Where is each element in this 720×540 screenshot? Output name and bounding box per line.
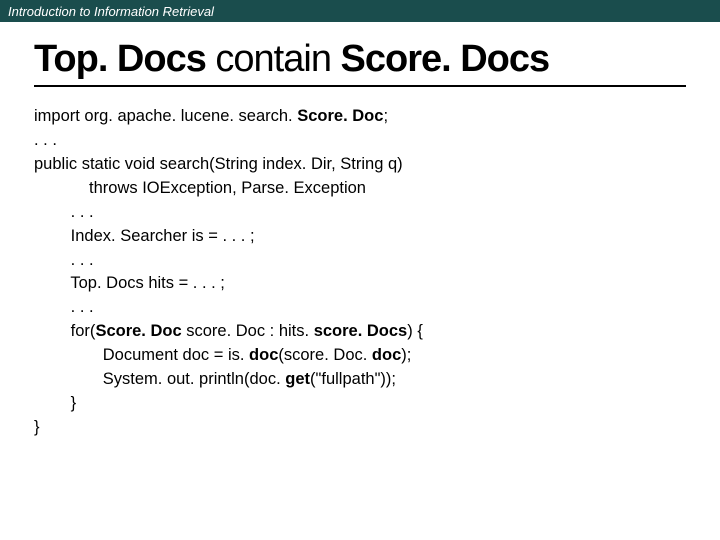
l10b: Score. Doc [95,322,181,340]
l6: Index. Searcher is = . . . ; [34,227,255,245]
l11a: Document doc = is. [34,346,249,364]
title-p2: contain [206,38,341,80]
l2: . . . [34,131,57,149]
code-block: import org. apache. lucene. search. Scor… [34,105,686,440]
slide-body: Top. Docs contain Score. Docs import org… [0,22,720,440]
l9: . . . [34,298,94,316]
l11e: ); [401,346,411,364]
l3: public static void search(String index. … [34,155,403,173]
l1a: import org. apache. lucene. search. [34,107,297,125]
l11c: (score. Doc. [278,346,372,364]
l10d: score. Docs [314,322,408,340]
l7: . . . [34,251,94,269]
slide-title: Top. Docs contain Score. Docs [34,38,686,87]
l8: Top. Docs hits = . . . ; [34,274,225,292]
l11d: doc [372,346,401,364]
l4: throws IOException, Parse. Exception [34,179,366,197]
l14: } [34,418,40,436]
title-p3: Score. Docs [341,38,550,80]
l10a: for( [34,322,95,340]
l1b: Score. Doc [297,107,383,125]
l5: . . . [34,203,94,221]
l13: } [34,394,76,412]
l11b: doc [249,346,278,364]
l1c: ; [383,107,388,125]
l12c: ("fullpath")); [310,370,396,388]
l10c: score. Doc : hits. [182,322,314,340]
header-text: Introduction to Information Retrieval [8,4,214,19]
title-p1: Top. Docs [34,38,206,80]
header-bar: Introduction to Information Retrieval [0,0,720,22]
l12a: System. out. println(doc. [34,370,285,388]
l12b: get [285,370,310,388]
l10e: ) { [407,322,423,340]
